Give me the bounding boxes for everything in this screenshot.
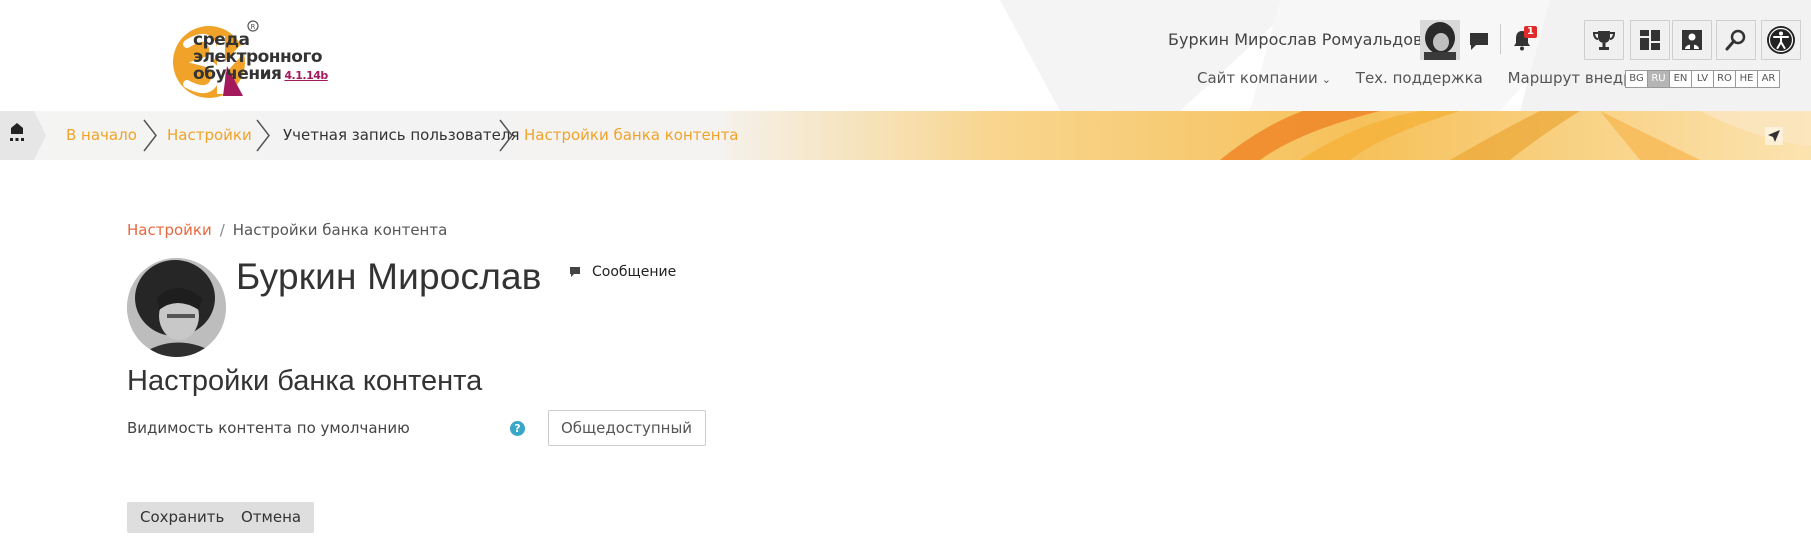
lang-ro[interactable]: RO (1713, 70, 1736, 88)
logo-line-3: обучения (193, 64, 282, 84)
lang-lv[interactable]: LV (1691, 70, 1714, 88)
cancel-button[interactable]: Отмена (228, 502, 315, 533)
dashboard-icon (1640, 30, 1660, 50)
chat-icon (570, 267, 580, 277)
notification-badge: 1 (1524, 26, 1537, 38)
person-board-icon (1682, 30, 1702, 50)
chevron-down-icon: ⌄ (1321, 73, 1331, 86)
crumb-arrow-icon (256, 119, 270, 152)
lang-he[interactable]: HE (1735, 70, 1758, 88)
send-message-label: Сообщение (592, 264, 677, 280)
section-title: Настройки банка контента (127, 365, 483, 397)
person-board-button[interactable] (1672, 20, 1712, 60)
header-divider (1500, 24, 1501, 54)
lang-ru[interactable]: RU (1647, 70, 1670, 88)
nav-company-site-label: Сайт компании (1197, 69, 1318, 87)
visibility-select-value: Общедоступный (561, 419, 693, 437)
logo-text: среда электронного обучения 4.1.14b (193, 32, 328, 84)
crumb-settings[interactable]: Настройки (167, 126, 252, 144)
trophy-icon (1592, 31, 1616, 50)
help-icon[interactable]: ? (510, 421, 525, 436)
breadcrumb-bar: В начало Настройки Учетная запись пользо… (0, 111, 1811, 160)
chat-icon[interactable] (1468, 30, 1490, 52)
lang-en[interactable]: EN (1669, 70, 1692, 88)
search-button[interactable] (1716, 20, 1756, 60)
chevron-down-icon (692, 427, 693, 429)
logo-version[interactable]: 4.1.14b (284, 69, 328, 82)
page-breadcrumb-settings-link[interactable]: Настройки (127, 221, 212, 239)
site-header: R среда электронного обучения 4.1.14b Бур… (0, 0, 1811, 111)
crumb-arrow-icon (499, 119, 513, 152)
dashboard-button[interactable] (1630, 20, 1670, 60)
profile-name: Буркин Мирослав (236, 256, 542, 297)
visibility-field-label: Видимость контента по умолчанию (127, 419, 410, 437)
user-menu-name[interactable]: Буркин Мирослав Ромуальдович (1168, 30, 1442, 49)
save-button[interactable]: Сохранить (127, 502, 238, 533)
send-message-link[interactable]: Сообщение (570, 264, 676, 280)
crumb-content-bank-settings[interactable]: Настройки банка контента (524, 126, 739, 144)
lang-bg[interactable]: BG (1625, 70, 1648, 88)
search-icon (1725, 29, 1746, 51)
crumb-user-account: Учетная запись пользователя (283, 126, 520, 144)
crumb-home[interactable]: В начало (66, 126, 137, 144)
crumb-arrow-icon (143, 119, 157, 152)
nav-company-site[interactable]: Сайт компании ⌄ (1197, 69, 1331, 87)
visibility-select[interactable]: Общедоступный (548, 410, 706, 446)
profile-avatar[interactable] (127, 258, 226, 357)
page-breadcrumb-separator: / (219, 221, 225, 239)
page-breadcrumb-current: Настройки банка контента (232, 221, 448, 239)
accessibility-icon (1767, 26, 1795, 54)
send-arrow-icon[interactable] (1765, 127, 1783, 145)
accessibility-button[interactable] (1761, 20, 1801, 60)
nav-tech-support[interactable]: Тех. поддержка (1356, 69, 1483, 87)
home-tab[interactable] (0, 111, 46, 160)
user-avatar[interactable] (1420, 20, 1460, 60)
trophy-button[interactable] (1584, 20, 1624, 60)
language-switcher: BG RU EN LV RO HE AR (1625, 70, 1780, 88)
svg-text:R: R (251, 23, 256, 31)
page-breadcrumb: Настройки / Настройки банка контента (127, 221, 447, 239)
lang-ar[interactable]: AR (1757, 70, 1780, 88)
header-nav: Сайт компании ⌄ Тех. поддержка Маршрут вн… (1197, 69, 1690, 87)
